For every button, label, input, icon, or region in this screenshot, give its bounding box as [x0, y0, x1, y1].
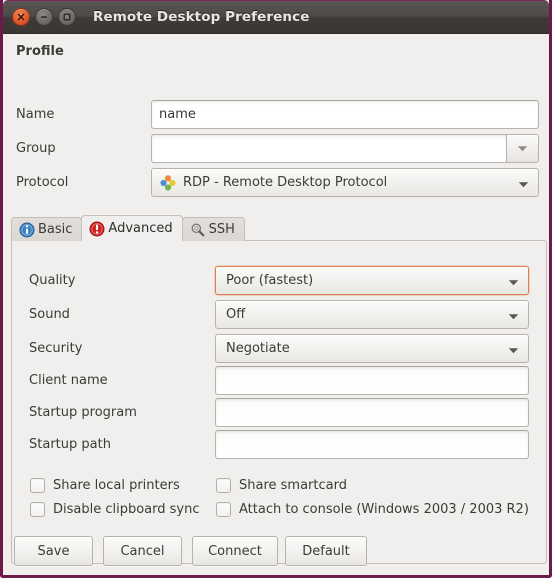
- sound-value: Off: [226, 307, 246, 322]
- protocol-combobox[interactable]: RDP - Remote Desktop Protocol: [151, 168, 539, 197]
- tab-strip: Basic Advanced SSH: [11, 215, 245, 241]
- default-button[interactable]: Default: [285, 536, 367, 566]
- chevron-down-icon: [508, 347, 519, 353]
- tab-basic[interactable]: Basic: [11, 217, 83, 241]
- maximize-button[interactable]: [58, 8, 76, 26]
- tab-basic-label: Basic: [38, 222, 73, 237]
- cancel-button-label: Cancel: [120, 543, 165, 559]
- rdp-protocol-icon: [160, 174, 176, 191]
- group-input[interactable]: [151, 134, 506, 163]
- name-label: Name: [16, 107, 55, 122]
- dialog-body: Profile Name name Group Protocol RDP - R…: [3, 34, 549, 575]
- connect-button-label: Connect: [208, 543, 262, 559]
- checkbox-label: Share local printers: [53, 478, 180, 493]
- checkbox-share-smartcard[interactable]: Share smartcard: [216, 478, 347, 493]
- startup-program-label: Startup program: [29, 405, 137, 420]
- security-value: Negotiate: [226, 341, 290, 356]
- info-icon: [19, 222, 35, 237]
- close-button[interactable]: [12, 8, 30, 26]
- security-label: Security: [29, 341, 83, 356]
- name-input-value: name: [159, 107, 196, 122]
- save-button-label: Save: [37, 543, 70, 559]
- protocol-label: Protocol: [16, 175, 69, 190]
- settings-notebook: Basic Advanced SSH Quality Poor (fastest…: [11, 215, 547, 564]
- checkbox-label: Disable clipboard sync: [53, 502, 200, 517]
- minimize-button[interactable]: [35, 8, 53, 26]
- security-combobox[interactable]: Negotiate: [215, 334, 529, 363]
- connect-button[interactable]: Connect: [192, 536, 278, 566]
- remote-desktop-preference-window: Remote Desktop Preference Profile Name n…: [0, 0, 552, 578]
- quality-value: Poor (fastest): [226, 273, 314, 288]
- cancel-button[interactable]: Cancel: [103, 536, 182, 566]
- checkbox-box[interactable]: [216, 478, 231, 493]
- default-button-label: Default: [302, 543, 350, 559]
- checkbox-box[interactable]: [30, 502, 45, 517]
- checkbox-disable-clipboard-sync[interactable]: Disable clipboard sync: [30, 502, 200, 517]
- key-search-icon: [191, 223, 205, 236]
- tab-ssh-label: SSH: [208, 222, 235, 237]
- checkbox-box[interactable]: [216, 502, 231, 517]
- checkbox-label: Attach to console (Windows 2003 / 2003 R…: [239, 502, 529, 517]
- client-name-input[interactable]: [215, 366, 529, 395]
- chevron-down-icon: [518, 181, 529, 187]
- sound-combobox[interactable]: Off: [215, 300, 529, 329]
- checkbox-label: Share smartcard: [239, 478, 347, 493]
- group-label: Group: [16, 141, 56, 156]
- action-button-bar: Save Cancel Connect Default: [3, 530, 549, 575]
- chevron-down-icon: [508, 313, 519, 319]
- advanced-tab-panel: Quality Poor (fastest) Sound Off Securit…: [11, 240, 547, 564]
- group-combobox[interactable]: [151, 134, 539, 163]
- quality-label: Quality: [29, 273, 76, 288]
- close-icon: [17, 13, 25, 21]
- save-button[interactable]: Save: [14, 536, 93, 566]
- tab-ssh[interactable]: SSH: [181, 217, 245, 241]
- window-title: Remote Desktop Preference: [93, 9, 310, 25]
- minimize-icon: [41, 16, 47, 18]
- maximize-icon: [63, 13, 71, 21]
- warning-icon: [89, 221, 105, 236]
- group-dropdown-button[interactable]: [506, 134, 539, 163]
- tab-advanced-label: Advanced: [108, 221, 173, 236]
- startup-path-input[interactable]: [215, 430, 529, 459]
- sound-label: Sound: [29, 307, 70, 322]
- chevron-down-icon: [517, 146, 528, 152]
- checkbox-share-local-printers[interactable]: Share local printers: [30, 478, 180, 493]
- titlebar: Remote Desktop Preference: [3, 0, 549, 34]
- checkbox-attach-to-console[interactable]: Attach to console (Windows 2003 / 2003 R…: [216, 502, 529, 517]
- quality-combobox[interactable]: Poor (fastest): [215, 266, 529, 295]
- startup-program-input[interactable]: [215, 398, 529, 427]
- name-input[interactable]: name: [151, 100, 539, 129]
- profile-section-label: Profile: [16, 44, 64, 59]
- tab-advanced[interactable]: Advanced: [81, 215, 183, 241]
- client-name-label: Client name: [29, 373, 108, 388]
- chevron-down-icon: [508, 279, 519, 285]
- checkbox-box[interactable]: [30, 478, 45, 493]
- protocol-value: RDP - Remote Desktop Protocol: [183, 175, 388, 190]
- startup-path-label: Startup path: [29, 437, 111, 452]
